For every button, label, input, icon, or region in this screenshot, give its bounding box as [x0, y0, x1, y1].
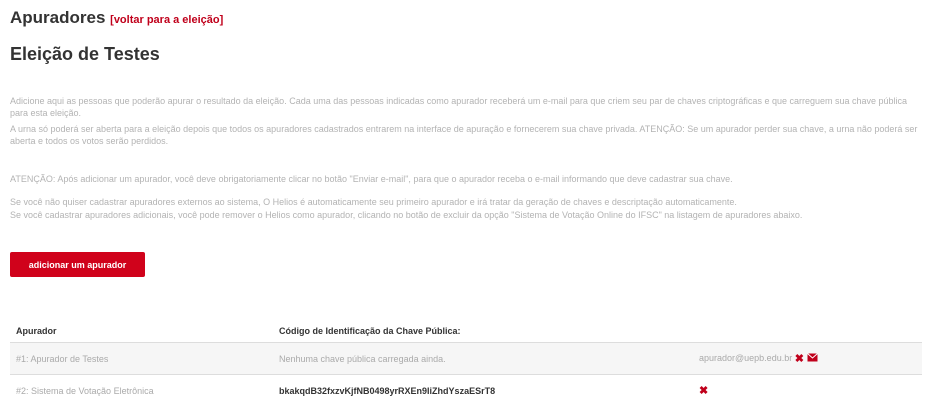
trustee-actions: ✖: [693, 375, 922, 407]
table-row: #1: Apurador de Testes Nenhuma chave púb…: [10, 342, 922, 375]
column-header-trustee: Apurador: [16, 326, 57, 336]
back-to-election-link[interactable]: [voltar para a eleição]: [110, 14, 223, 26]
column-header-actions: [693, 320, 922, 343]
warning-paragraph: A urna só poderá ser aberta para a eleiç…: [10, 124, 918, 146]
close-x-icon[interactable]: ✖: [699, 385, 708, 397]
trustee-email: apurador@uepb.edu.br: [699, 352, 793, 363]
page-title-text: Apuradores: [10, 8, 106, 27]
add-trustee-button[interactable]: adicionar um apurador: [10, 252, 145, 277]
column-header-public-key: Código de Identificação da Chave Pública…: [279, 326, 461, 336]
trustees-table: Apurador Código de Identificação da Chav…: [10, 320, 922, 407]
trustee-name: #2: Sistema de Votação Eletrônica: [16, 385, 154, 396]
remove-helios-paragraph: Se você cadastrar apuradores adicionais,…: [10, 210, 803, 220]
table-row: #2: Sistema de Votação Eletrônica bkakqd…: [10, 374, 922, 407]
helios-info-paragraph: Se você não quiser cadastrar apuradores …: [10, 197, 737, 207]
envelope-icon[interactable]: [807, 353, 818, 364]
close-x-icon[interactable]: ✖: [795, 353, 804, 365]
trustee-key: bkakqdB32fxzvKjfNB0498yrRXEn9IiZhdYszaES…: [279, 385, 496, 396]
trustee-key: Nenhuma chave pública carregada ainda.: [279, 353, 446, 364]
election-name: Eleição de Testes: [10, 44, 160, 64]
trustee-name: #1: Apurador de Testes: [16, 353, 109, 364]
intro-paragraph: Adicione aqui as pessoas que poderão apu…: [10, 96, 908, 118]
trustee-actions: apurador@uepb.edu.br ✖: [693, 343, 922, 375]
page-title: Apuradores [voltar para a eleição]: [10, 8, 223, 28]
email-notice-paragraph: ATENÇÃO: Após adicionar um apurador, voc…: [10, 174, 733, 184]
